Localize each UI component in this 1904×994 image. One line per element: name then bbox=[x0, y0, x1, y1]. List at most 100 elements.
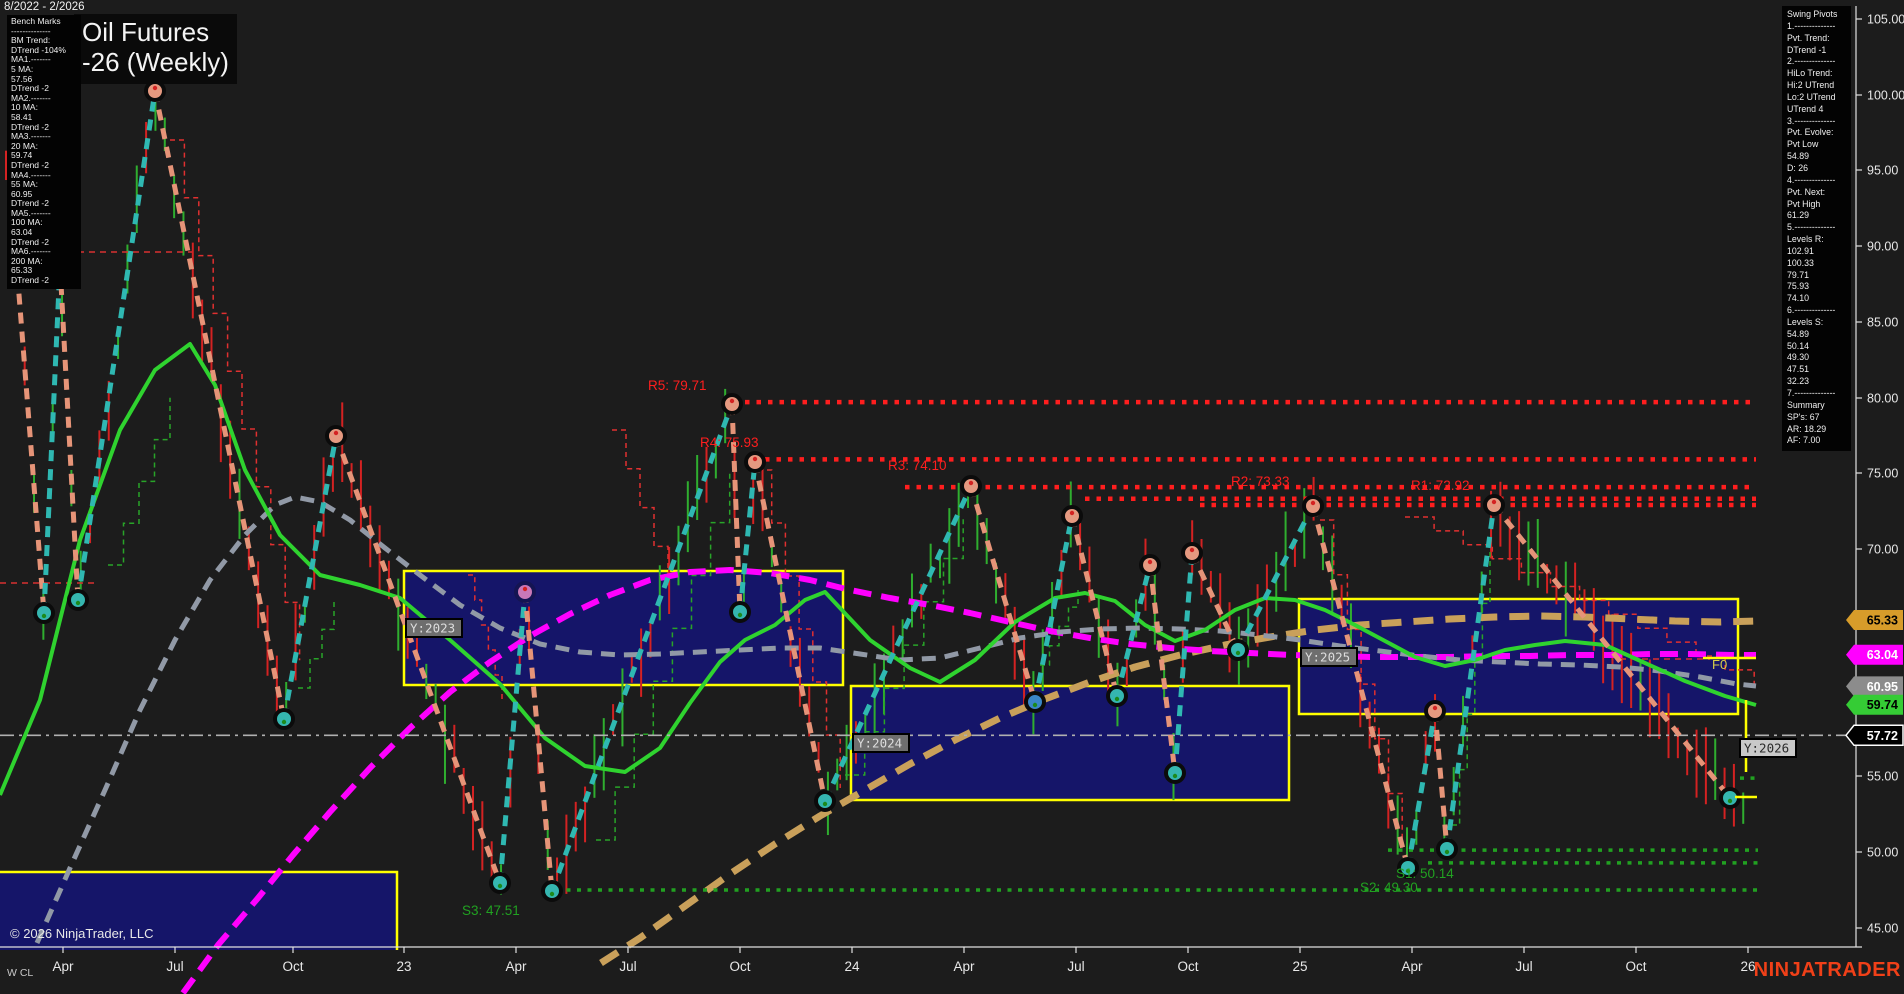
price-axis-label: 100.00 bbox=[1867, 89, 1904, 103]
panel-line: DTrend -2 bbox=[11, 238, 81, 248]
zigzag-up-segment bbox=[1117, 565, 1150, 696]
panel-line: DTrend -2 bbox=[11, 123, 81, 133]
trailing-stop-steps bbox=[170, 140, 300, 660]
panel-line: DTrend -1 bbox=[1787, 45, 1851, 57]
bench-marks-panel: Bench Marks--------------BM Trend:DTrend… bbox=[7, 15, 81, 289]
f0-label: F0 bbox=[1712, 657, 1727, 672]
price-tag-value-last-price: 57.72 bbox=[1867, 729, 1898, 743]
price-axis-label: 55.00 bbox=[1867, 770, 1898, 784]
time-axis-label: Jul bbox=[166, 959, 183, 974]
panel-line: Levels S: bbox=[1787, 317, 1851, 329]
panel-line: 60.95 bbox=[11, 190, 81, 200]
panel-line: 75.93 bbox=[1787, 281, 1851, 293]
date-range-label: 8/2022 - 2/2026 bbox=[4, 1, 85, 13]
panel-line: 49.30 bbox=[1787, 352, 1851, 364]
instrument-label: W CL bbox=[7, 967, 33, 979]
swing-marker-dot bbox=[1115, 697, 1119, 701]
price-axis-label: 45.00 bbox=[1867, 922, 1898, 936]
swing-marker-dot bbox=[1173, 774, 1177, 778]
panel-line: 58.41 bbox=[11, 113, 81, 123]
panel-line: BM Trend: bbox=[11, 36, 81, 46]
panel-line: MA4.------- bbox=[11, 171, 81, 181]
swing-pivots-panel: Swing Pivots1.--------------Pvt. Trend:D… bbox=[1782, 6, 1851, 451]
price-axis-label: 80.00 bbox=[1867, 392, 1898, 406]
panel-line: MA2.------- bbox=[11, 94, 81, 104]
swing-high-marker bbox=[516, 583, 534, 601]
chart-title: Oil Futures -26 (Weekly) bbox=[74, 14, 237, 84]
panel-line: MA3.------- bbox=[11, 132, 81, 142]
app-root: { "header": { "date_range": "8/2022 - 2/… bbox=[0, 0, 1904, 994]
panel-line: 4.-------------- bbox=[1787, 175, 1851, 187]
time-axis[interactable]: AprJulOct23AprJulOct24AprJulOct25AprJulO… bbox=[0, 947, 1862, 974]
panel-line: DTrend -2 bbox=[11, 276, 81, 286]
panel-line: MA1.------- bbox=[11, 55, 81, 65]
panel-line: Lo:2 UTrend bbox=[1787, 92, 1851, 104]
panel-line: Levels R: bbox=[1787, 234, 1851, 246]
panel-line: 5 MA: bbox=[11, 65, 81, 75]
panel-line: 6.-------------- bbox=[1787, 305, 1851, 317]
panel-line: 79.71 bbox=[1787, 270, 1851, 282]
panel-line: 32.23 bbox=[1787, 376, 1851, 388]
swing-marker-dot bbox=[1070, 511, 1074, 515]
swing-marker-dot bbox=[76, 601, 80, 605]
swing-low-marker bbox=[35, 604, 53, 622]
swing-marker-dot bbox=[282, 720, 286, 724]
panel-line: Swing Pivots bbox=[1787, 9, 1851, 21]
swing-marker-dot bbox=[1148, 560, 1152, 564]
panel-line: Pvt High bbox=[1787, 199, 1851, 211]
panel-line: 1.-------------- bbox=[1787, 21, 1851, 33]
swing-marker-dot bbox=[523, 587, 527, 591]
panel-line: 100 MA: bbox=[11, 218, 81, 228]
swing-high-marker bbox=[327, 427, 345, 445]
panel-line: UTrend 4 bbox=[1787, 104, 1851, 116]
swing-high-marker bbox=[962, 477, 980, 495]
swing-low-marker bbox=[275, 710, 293, 728]
price-axis-label: 105.00 bbox=[1867, 13, 1904, 27]
panel-line: DTrend -2 bbox=[11, 84, 81, 94]
panel-line: DTrend -104% bbox=[11, 46, 81, 56]
swing-marker-dot bbox=[1033, 703, 1037, 707]
panel-line: Bench Marks bbox=[11, 17, 81, 27]
swing-high-marker bbox=[1426, 702, 1444, 720]
panel-line: AR: 18.29 bbox=[1787, 424, 1851, 436]
time-axis-label: Jul bbox=[619, 959, 636, 974]
time-axis-label: 25 bbox=[1292, 959, 1307, 974]
price-axis-label: 90.00 bbox=[1867, 240, 1898, 254]
price-axis-label: 70.00 bbox=[1867, 543, 1898, 557]
trailing-stop-steps bbox=[108, 398, 170, 565]
panel-line: SP's: 67 bbox=[1787, 412, 1851, 424]
swing-high-marker bbox=[723, 395, 741, 413]
panel-line: 54.89 bbox=[1787, 151, 1851, 163]
year-label-text: Y:2024 bbox=[857, 736, 902, 751]
swing-marker-dot bbox=[1311, 501, 1315, 505]
swing-low-marker bbox=[543, 882, 561, 900]
zigzag-down-segment bbox=[1435, 711, 1447, 849]
swing-low-marker bbox=[1108, 687, 1126, 705]
swing-low-marker bbox=[1438, 840, 1456, 858]
panel-line: Pvt. Evolve: bbox=[1787, 127, 1851, 139]
panel-line: 65.33 bbox=[11, 266, 81, 276]
panel-line: 5.-------------- bbox=[1787, 222, 1851, 234]
copyright-label: © 2026 NinjaTrader, LLC bbox=[10, 926, 154, 941]
year-label-text: Y:2026 bbox=[1744, 741, 1789, 756]
year-box bbox=[851, 686, 1289, 800]
price-axis[interactable]: 105.00100.0095.0090.0085.0080.0075.0070.… bbox=[1856, 6, 1904, 947]
swing-low-marker bbox=[491, 874, 509, 892]
panel-line: Pvt. Next: bbox=[1787, 187, 1851, 199]
time-axis-label: Oct bbox=[1177, 959, 1198, 974]
panel-line: DTrend -2 bbox=[11, 199, 81, 209]
swing-low-marker bbox=[1166, 764, 1184, 782]
resistance-level-label: R2: 73.33 bbox=[1231, 474, 1290, 489]
time-axis-label: Apr bbox=[52, 959, 74, 974]
zigzag-down-segment bbox=[155, 91, 284, 719]
chart-canvas[interactable]: R5: 79.71R4: 75.93R3: 74.10R2: 73.33R1: … bbox=[0, 0, 1904, 994]
panel-line: 100.33 bbox=[1787, 258, 1851, 270]
swing-marker-dot bbox=[550, 892, 554, 896]
panel-line: 54.89 bbox=[1787, 329, 1851, 341]
time-axis-label: Apr bbox=[1401, 959, 1423, 974]
panel-line: 2.-------------- bbox=[1787, 56, 1851, 68]
swing-low-marker bbox=[69, 591, 87, 609]
panel-line: 50.14 bbox=[1787, 341, 1851, 353]
panel-line: HiLo Trend: bbox=[1787, 68, 1851, 80]
time-axis-label: Jul bbox=[1067, 959, 1084, 974]
